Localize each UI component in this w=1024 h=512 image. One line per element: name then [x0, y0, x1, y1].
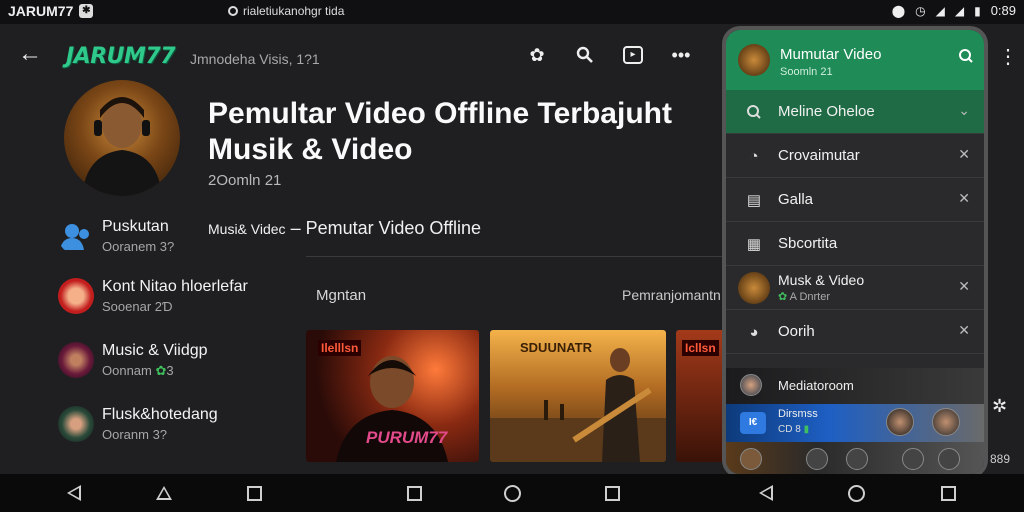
status-url: rialetiukanohgr tida [243, 4, 345, 18]
document-icon: ▤ [746, 192, 762, 209]
phone-menu-item[interactable]: ◕ Oorih ✕ [726, 310, 984, 354]
section-label-left[interactable]: Mgntan [316, 287, 366, 304]
video-thumbnail[interactable]: SDUUNATR [490, 330, 666, 462]
close-icon[interactable]: ✕ [958, 146, 970, 163]
phone-menu-item[interactable]: Meline Oheloe ⌄ [726, 90, 984, 134]
back-nav-icon[interactable] [756, 483, 776, 503]
list-item-name: Flusk&hotedang [102, 406, 218, 423]
section-label-right[interactable]: Pemranjomantn [622, 287, 721, 303]
navigation-bar [0, 474, 1024, 512]
artist-avatar [64, 80, 180, 196]
notification-icon: ✱ [79, 4, 94, 18]
leaf-icon: ▮ [803, 424, 810, 435]
more-icon[interactable]: ••• [668, 42, 694, 68]
chat-icon: ◕ [749, 323, 759, 341]
phone-row-avatar [738, 272, 770, 304]
search-icon[interactable] [958, 48, 974, 69]
list-item-meta: Ooranem 3? [102, 239, 175, 254]
close-icon[interactable]: ✕ [958, 322, 970, 339]
leaf-icon: ✿ [778, 291, 788, 303]
phone-panel: Mumutar Video Sоomln 21 Meline Oheloe ⌄ … [722, 26, 988, 478]
list-item-avatar [58, 342, 94, 378]
list-item[interactable]: Flusk&hotedang Ooranm 3? [56, 402, 306, 450]
phone-header: Mumutar Video Sоomln 21 [726, 30, 984, 90]
video-thumbnail[interactable]: Icllsn [676, 330, 726, 462]
home-icon[interactable] [502, 483, 522, 503]
recents-icon[interactable] [602, 483, 622, 503]
back-nav-icon[interactable] [64, 483, 84, 503]
list-item-meta: Oonnam ✿3 [102, 363, 174, 378]
wifi-icon: ◢ [935, 3, 945, 18]
list-item-meta: Ooranm 3? [102, 427, 168, 442]
breadcrumb: Musi& Videc – Pemutar Video Offline [208, 218, 482, 238]
recents-icon[interactable] [244, 483, 264, 503]
phone-media-row[interactable] [726, 442, 984, 474]
phone-row-avatar [740, 448, 762, 470]
up-nav-icon[interactable] [154, 483, 174, 503]
list-item-avatar [58, 278, 94, 314]
phone-row-avatar [740, 374, 762, 396]
page-title: Pemultar Video Offline Terbajuht Musik &… [208, 97, 672, 166]
gear-icon[interactable]: ✲ [992, 396, 1007, 417]
more-vertical-icon[interactable]: ⋮ [998, 44, 1018, 69]
phone-title: Mumutar Video [780, 46, 882, 63]
phone-avatar [738, 44, 770, 76]
home-icon[interactable] [846, 483, 866, 503]
list-item[interactable]: Music & Viidgp Oonnam ✿3 [56, 338, 306, 386]
page-subtitle: 2Oomln 21 [208, 172, 282, 189]
phone-media-row[interactable]: Mediatoroom [726, 368, 984, 404]
list-item-avatar [58, 406, 94, 442]
chevron-down-icon[interactable]: ⌄ [958, 102, 970, 119]
phone-row-avatar [938, 448, 960, 470]
battery-icon: ▮ [974, 3, 981, 18]
list-item-name: Puskutan [102, 218, 169, 235]
toolbar-actions: ✿ ▸ ••• [524, 42, 694, 68]
alarm-icon: ◷ [915, 3, 926, 18]
phone-row-avatar [902, 448, 924, 470]
side-counter: 889 [990, 452, 1011, 466]
video-thumbnail[interactable]: Ilelllsn PURUM77 [306, 330, 479, 462]
search-icon [744, 102, 764, 122]
list-item-name: Kont Nitao hloerlefar [102, 278, 248, 295]
folder-icon: ▦ [746, 236, 762, 253]
signal-icon: ◢ [954, 3, 965, 18]
phone-subtitle: Sоomln 21 [780, 66, 833, 78]
chat-icon: ◔ [749, 147, 759, 165]
app-subtitle: Jmnodeha Visis, 1?1 [190, 51, 320, 67]
phone-row-avatar [846, 448, 868, 470]
status-bar: JARUM77 ✱ rialetiukanohgr tida ⬤ ◷ ◢ ◢ ▮… [0, 0, 1024, 24]
gear-icon[interactable]: ✿ [524, 42, 550, 68]
user-icon [58, 218, 94, 254]
app-logo: JARUM77 [66, 44, 176, 69]
list-item[interactable]: Kont Nitao hloerlefar Sooenar 2Ɗ [56, 274, 306, 322]
phone-media-row[interactable]: I€ Dirsmss CD 8 ▮ [726, 404, 984, 442]
phone-menu-item[interactable]: Musk & Video ✿ A Dnrter ✕ [726, 266, 984, 310]
phone-menu-item[interactable]: ▦ Sbcortita [726, 222, 984, 266]
location-icon: ⬤ [891, 3, 906, 18]
list-item-meta: Sooenar 2Ɗ [102, 299, 173, 314]
phone-row-avatar [806, 448, 828, 470]
phone-menu-item[interactable]: ▤ Galla ✕ [726, 178, 984, 222]
recents-icon[interactable] [938, 483, 958, 503]
secure-icon [228, 6, 238, 16]
back-arrow-icon[interactable]: ← [18, 40, 42, 68]
status-time: 0:89 [990, 3, 1016, 18]
recents-icon[interactable] [404, 483, 424, 503]
list-item-name: Music & Viidgp [102, 342, 208, 359]
search-icon[interactable] [572, 42, 598, 68]
status-app-name: JARUM77 [8, 3, 74, 19]
phone-row-avatar [932, 408, 960, 436]
channel-chip: I€ [740, 412, 766, 434]
close-icon[interactable]: ✕ [958, 278, 970, 295]
phone-menu-item[interactable]: ◔ Crovaimutar ✕ [726, 134, 984, 178]
cast-icon[interactable]: ▸ [620, 42, 646, 68]
close-icon[interactable]: ✕ [958, 190, 970, 207]
divider [306, 256, 726, 257]
phone-row-avatar [886, 408, 914, 436]
leaf-icon: ✿ [155, 363, 167, 378]
